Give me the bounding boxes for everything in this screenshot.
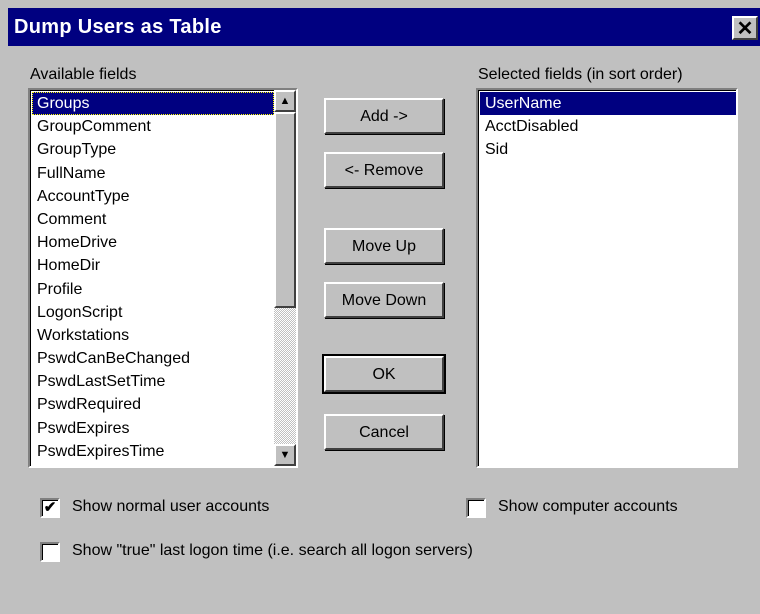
dialog-window: Dump Users as Table ✕ Available fields S… <box>0 0 760 614</box>
list-item[interactable]: HomeDir <box>32 254 274 277</box>
cancel-button[interactable]: Cancel <box>324 414 444 450</box>
list-item[interactable]: Profile <box>32 278 274 301</box>
list-item[interactable]: UserName <box>480 92 736 116</box>
available-fields-list[interactable]: Groups GroupComment GroupType FullName Accou… <box>28 88 298 468</box>
arrow-down-icon: ▼ <box>279 449 291 461</box>
available-fields-scrollbar[interactable]: ▲ ▼ <box>274 90 296 466</box>
title-bar: Dump Users as Table ✕ <box>8 8 760 46</box>
show-true-logon-checkbox[interactable] <box>40 542 60 562</box>
list-item[interactable]: Groups <box>32 92 274 116</box>
selected-fields-label: Selected fields (in sort order) <box>478 66 683 83</box>
show-true-logon-label: Show "true" last logon time (i.e. search… <box>72 542 473 559</box>
close-icon: ✕ <box>736 18 754 40</box>
window-title: Dump Users as Table <box>14 16 222 38</box>
available-fields-items: Groups GroupComment GroupType FullName Accou… <box>32 92 274 466</box>
show-computer-label: Show computer accounts <box>498 498 678 515</box>
move-down-button[interactable]: Move Down <box>324 282 444 318</box>
move-up-button[interactable]: Move Up <box>324 228 444 264</box>
remove-button[interactable]: <- Remove <box>324 152 444 188</box>
list-item[interactable]: PswdExpiresTime <box>32 440 274 463</box>
show-computer-checkbox[interactable] <box>466 498 486 518</box>
selected-fields-items: UserName AcctDisabled Sid <box>480 92 736 466</box>
list-item[interactable]: Comment <box>32 208 274 231</box>
list-item[interactable]: AcctDisabled <box>480 115 736 138</box>
list-item[interactable]: GroupType <box>32 138 274 161</box>
show-normal-label: Show normal user accounts <box>72 498 270 515</box>
scroll-up-button[interactable]: ▲ <box>274 90 296 112</box>
list-item[interactable]: Workstations <box>32 324 274 347</box>
check-mark-icon: ✔ <box>43 499 57 516</box>
ok-button[interactable]: OK <box>322 354 446 394</box>
add-button[interactable]: Add -> <box>324 98 444 134</box>
list-item[interactable]: HomeDrive <box>32 231 274 254</box>
scroll-down-button[interactable]: ▼ <box>274 444 296 466</box>
available-fields-label: Available fields <box>30 66 137 83</box>
list-item[interactable]: GroupComment <box>32 115 274 138</box>
selected-fields-list[interactable]: UserName AcctDisabled Sid <box>476 88 738 468</box>
arrow-up-icon: ▲ <box>279 95 291 107</box>
scrollbar-thumb[interactable] <box>274 112 296 308</box>
show-normal-checkbox[interactable]: ✔ <box>40 498 60 518</box>
list-item[interactable]: PswdCanBeChanged <box>32 347 274 370</box>
list-item[interactable]: AccountType <box>32 185 274 208</box>
list-item[interactable]: PswdExpires <box>32 417 274 440</box>
list-item[interactable]: PswdRequired <box>32 393 274 416</box>
list-item[interactable]: FullName <box>32 162 274 185</box>
list-item[interactable]: PswdLastSetTime <box>32 370 274 393</box>
close-button[interactable]: ✕ <box>732 16 758 40</box>
list-item[interactable]: Sid <box>480 138 736 161</box>
list-item[interactable]: LogonScript <box>32 301 274 324</box>
